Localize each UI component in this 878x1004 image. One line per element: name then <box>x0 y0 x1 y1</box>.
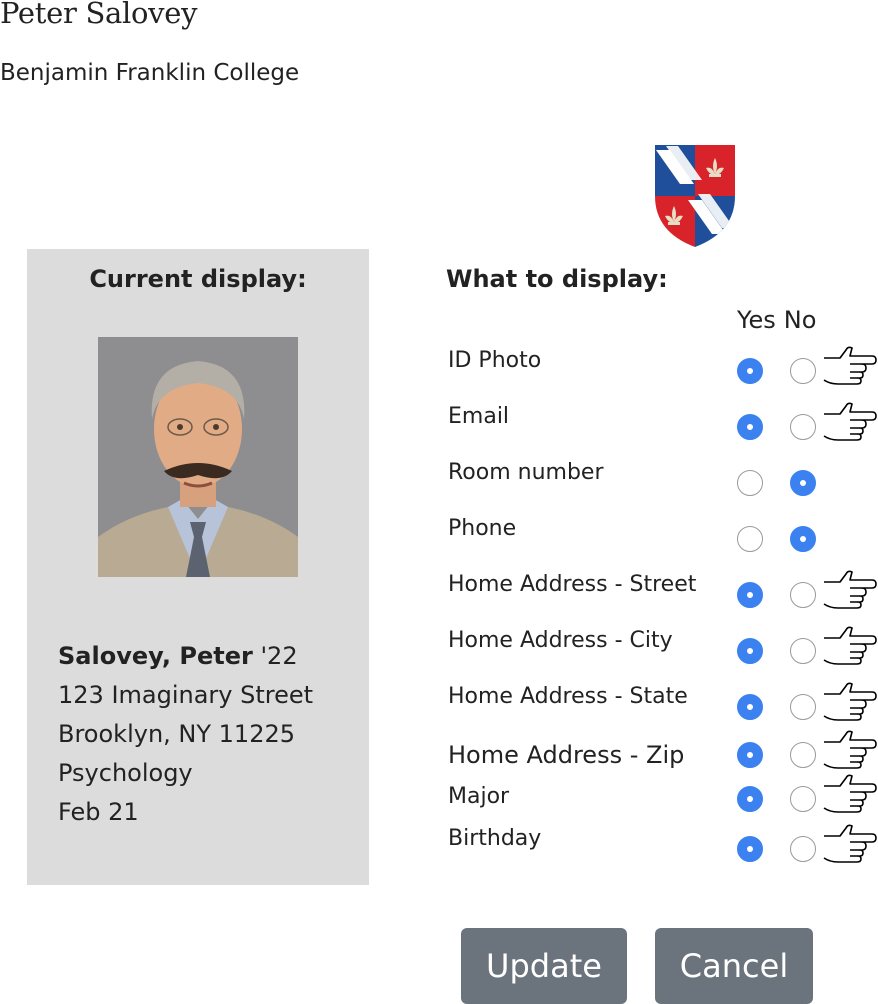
profile-name: Peter Salovey <box>0 0 198 30</box>
no-column-label: No <box>783 306 817 334</box>
radio-no-birthday[interactable] <box>790 836 816 862</box>
display-name: Salovey, Peter <box>58 642 253 670</box>
radio-yes-home-address-state[interactable] <box>737 694 763 720</box>
radio-no-phone[interactable] <box>790 526 816 552</box>
radio-yes-home-address-city[interactable] <box>737 638 763 664</box>
pointing-hand-icon <box>822 344 878 386</box>
radio-yes-room-number[interactable] <box>737 470 763 496</box>
display-class-year: '22 <box>252 642 298 670</box>
college-crest-icon <box>655 145 735 247</box>
display-birthday: Feb 21 <box>58 798 139 826</box>
college-name: Benjamin Franklin College <box>0 60 300 86</box>
setting-label-room-number: Room number <box>448 460 604 485</box>
display-address: 123 Imaginary Street <box>58 681 314 709</box>
radio-no-home-address-state[interactable] <box>790 694 816 720</box>
radio-no-id-photo[interactable] <box>790 358 816 384</box>
radio-yes-home-address-zip[interactable] <box>737 742 763 768</box>
radio-no-home-address-street[interactable] <box>790 582 816 608</box>
radio-no-email[interactable] <box>790 414 816 440</box>
pointing-hand-icon <box>822 772 878 814</box>
current-display-title: Current display: <box>89 265 307 293</box>
radio-yes-email[interactable] <box>737 414 763 440</box>
cancel-button[interactable]: Cancel <box>655 928 813 1004</box>
setting-label-major: Major <box>448 784 510 809</box>
radio-no-home-address-zip[interactable] <box>790 742 816 768</box>
setting-label-home-address-street: Home Address - Street <box>448 572 697 597</box>
yes-column-label: Yes <box>737 306 776 334</box>
setting-label-home-address-state: Home Address - State <box>448 684 688 709</box>
display-city-line: Brooklyn, NY 11225 <box>58 720 295 748</box>
setting-label-birthday: Birthday <box>448 826 542 851</box>
setting-label-email: Email <box>448 404 510 429</box>
yes-no-header: Yes No <box>737 306 824 334</box>
pointing-hand-icon <box>822 400 878 442</box>
display-card: Salovey, Peter '22 123 Imaginary Street … <box>58 637 313 832</box>
radio-no-major[interactable] <box>790 786 816 812</box>
display-major: Psychology <box>58 759 193 787</box>
pointing-hand-icon <box>822 822 878 864</box>
pointing-hand-icon <box>822 680 878 722</box>
pointing-hand-icon <box>822 624 878 666</box>
setting-label-id-photo: ID Photo <box>448 348 542 373</box>
id-photo <box>98 337 298 577</box>
radio-yes-home-address-street[interactable] <box>737 582 763 608</box>
pointing-hand-icon <box>822 728 878 770</box>
radio-yes-birthday[interactable] <box>737 836 763 862</box>
current-display-panel: Current display: Salovey, Peter '22 123 … <box>27 249 369 885</box>
radio-yes-major[interactable] <box>737 786 763 812</box>
setting-label-home-address-city: Home Address - City <box>448 628 673 653</box>
radio-no-home-address-city[interactable] <box>790 638 816 664</box>
radio-no-room-number[interactable] <box>790 470 816 496</box>
radio-yes-id-photo[interactable] <box>737 358 763 384</box>
setting-label-home-address-zip: Home Address - Zip <box>448 741 685 769</box>
setting-label-phone: Phone <box>448 516 517 541</box>
update-button[interactable]: Update <box>461 928 627 1004</box>
what-to-display-title: What to display: <box>446 265 668 293</box>
radio-yes-phone[interactable] <box>737 526 763 552</box>
pointing-hand-icon <box>822 568 878 610</box>
